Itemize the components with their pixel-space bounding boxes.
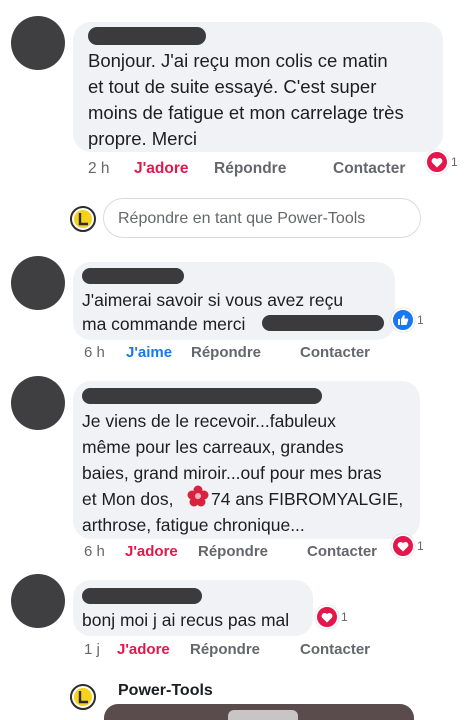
redacted-name [82,388,322,404]
comment-time[interactable]: 6 h [84,343,105,363]
comment-line: J'aimerai savoir si vous avez reçu [82,290,344,310]
reaction-button[interactable]: J'adore [125,542,178,562]
comment-actions: 2 h J'adore Répondre Contacter [88,159,448,179]
comment-actions: 6 h J'adore Répondre Contacter [84,542,404,562]
reaction-count: 1 [417,539,424,553]
comment-line: baies, grand miroir...ouf pour mes bras [82,463,382,483]
redacted-name [82,268,184,284]
comment-line: et Mon dos, [82,489,174,509]
redacted-text [262,315,384,331]
comment-line: 74 ans FIBROMYALGIE, [211,489,404,509]
commenter-avatar[interactable] [11,376,65,430]
comment-actions: 6 h J'aime Répondre Contacter [84,343,384,363]
contact-button[interactable]: Contacter [300,640,370,660]
reply-button[interactable]: Répondre [214,159,286,179]
love-icon [315,605,339,629]
reaction-badge[interactable]: 1 [315,605,348,629]
hibiscus-emoji-icon [187,485,209,507]
love-icon [425,150,449,174]
attached-image[interactable] [104,704,414,720]
reply-button[interactable]: Répondre [191,343,261,363]
comment-line: ma commande merci [82,314,246,334]
reply-button[interactable]: Répondre [198,542,268,562]
love-icon [391,534,415,558]
contact-button[interactable]: Contacter [333,159,405,179]
comment-line: et tout de suite essayé. C'est super [88,76,377,97]
reaction-count: 1 [451,155,458,169]
like-icon [391,308,415,332]
reaction-button[interactable]: J'adore [117,640,170,660]
redacted-name [82,588,202,604]
page-reply-author[interactable]: Power-Tools [118,682,213,700]
contact-button[interactable]: Contacter [307,542,377,562]
reply-button[interactable]: Répondre [190,640,260,660]
reaction-badge[interactable]: 1 [391,534,424,558]
comment-time[interactable]: 1 j [84,640,100,660]
commenter-avatar[interactable] [11,16,65,70]
reply-input[interactable]: Répondre en tant que Power-Tools [103,198,421,238]
reaction-count: 1 [341,610,348,624]
page-logo-icon [70,206,96,232]
reaction-button[interactable]: J'aime [126,343,172,363]
comment-line: moins de fatigue et mon carrelage très [88,102,404,123]
comment-line: propre. Merci [88,128,197,149]
commenter-avatar[interactable] [11,574,65,628]
comment-time[interactable]: 6 h [84,542,105,562]
comment-time[interactable]: 2 h [88,159,110,179]
reaction-badge[interactable]: 1 [391,308,424,332]
redacted-name [88,27,206,45]
comment-line: Je viens de le recevoir...fabuleux [82,411,336,431]
comment-line: même pour les carreaux, grandes [82,437,344,457]
commenter-avatar[interactable] [11,256,65,310]
comment-line: bonj moi j ai recus pas mal [82,610,290,630]
reaction-button[interactable]: J'adore [134,159,189,179]
reaction-badge[interactable]: 1 [425,150,458,174]
page-logo-icon [70,684,96,710]
reaction-count: 1 [417,313,424,327]
comment-actions: 1 j J'adore Répondre Contacter [84,640,404,660]
comment-line: Bonjour. J'ai reçu mon colis ce matin [88,50,388,71]
comment-line: arthrose, fatigue chronique... [82,515,305,535]
contact-button[interactable]: Contacter [300,343,370,363]
